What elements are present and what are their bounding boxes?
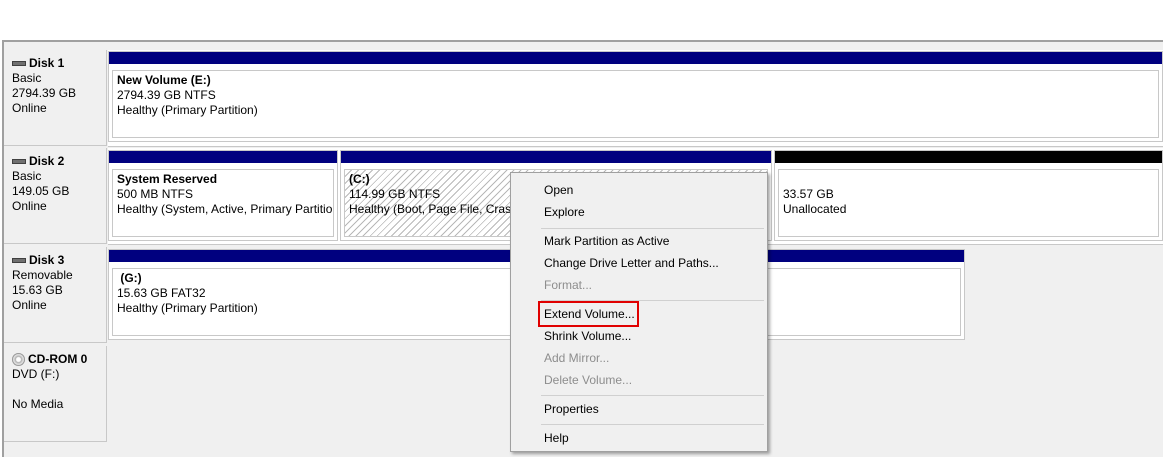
disk-size: 15.63 GB (12, 283, 63, 297)
partition-size: 2794.39 GB NTFS (117, 88, 216, 102)
disk-icon (12, 159, 26, 164)
disk-type: Basic (12, 71, 42, 85)
menu-item-shrink-volume[interactable]: Shrink Volume... (544, 326, 631, 346)
disk-name: Disk 2 (29, 154, 65, 168)
disk-type: Removable (12, 268, 73, 282)
disk-icon (12, 61, 26, 66)
partition-title: System Reserved (117, 172, 218, 186)
partition-new-volume[interactable]: New Volume (E:) 2794.39 GB NTFS Healthy … (108, 51, 1163, 142)
menu-separator (541, 424, 764, 425)
disk-2-label[interactable]: Disk 2 Basic 149.05 GB Online (4, 148, 107, 244)
cdrom-0-label[interactable]: CD-ROM 0 DVD (F:) No Media (4, 346, 107, 442)
partition-bar (109, 52, 1162, 64)
partition-bar (775, 151, 1162, 163)
disk-status: No Media (12, 397, 64, 411)
menu-item-mark-partition-active[interactable]: Mark Partition as Active (544, 231, 669, 251)
disk-1-label[interactable]: Disk 1 Basic 2794.39 GB Online (4, 50, 107, 146)
menu-item-properties[interactable]: Properties (544, 399, 599, 419)
menu-separator (541, 228, 764, 229)
disk-size: 149.05 GB (12, 184, 70, 198)
partition-health: Unallocated (783, 202, 847, 216)
disk-size (12, 382, 106, 397)
partition-health: Healthy (Primary Partition) (117, 301, 258, 315)
extend-volume-highlight (538, 301, 639, 327)
partition-size: 33.57 GB (783, 187, 834, 201)
disk-name: CD-ROM 0 (28, 352, 88, 366)
disk-status: Online (12, 199, 47, 213)
menu-item-help[interactable]: Help (544, 428, 569, 448)
partition-title: (G:) (120, 271, 142, 285)
partition-bar (341, 151, 771, 163)
disk-type: DVD (F:) (12, 367, 60, 381)
partition-size: 15.63 GB FAT32 (117, 286, 206, 300)
disk-name: Disk 3 (29, 253, 65, 267)
menu-item-change-drive-letter[interactable]: Change Drive Letter and Paths... (544, 253, 719, 273)
partition-health: Healthy (Primary Partition) (117, 103, 258, 117)
partition-system-reserved[interactable]: System Reserved 500 MB NTFS Healthy (Sys… (108, 150, 338, 241)
disk-icon (12, 258, 26, 263)
disk-3-label[interactable]: Disk 3 Removable 15.63 GB Online (4, 247, 107, 343)
disk-status: Online (12, 298, 47, 312)
partition-size: 114.99 GB NTFS (349, 187, 441, 201)
partition-size: 500 MB NTFS (117, 187, 194, 201)
partition-title: (C:) (349, 172, 370, 186)
partition-unallocated[interactable]: 33.57 GB Unallocated (774, 150, 1163, 241)
menu-item-open[interactable]: Open (544, 180, 573, 200)
partition-title: New Volume (E:) (117, 73, 211, 87)
menu-separator (541, 395, 764, 396)
menu-item-explore[interactable]: Explore (544, 202, 585, 222)
menu-item-format: Format... (544, 278, 593, 292)
disk-status: Online (12, 101, 47, 115)
partition-bar (109, 151, 337, 163)
menu-item-add-mirror: Add Mirror... (544, 351, 610, 365)
cd-rom-icon (12, 353, 25, 366)
partition-health: Healthy (System, Active, Primary Partiti… (117, 202, 333, 216)
partition-health: Healthy (Boot, Page File, Crash (349, 202, 518, 216)
menu-item-delete-volume: Delete Volume... (544, 373, 633, 387)
disk-type: Basic (12, 169, 42, 183)
disk-size: 2794.39 GB (12, 86, 77, 100)
disk-name: Disk 1 (29, 56, 65, 70)
